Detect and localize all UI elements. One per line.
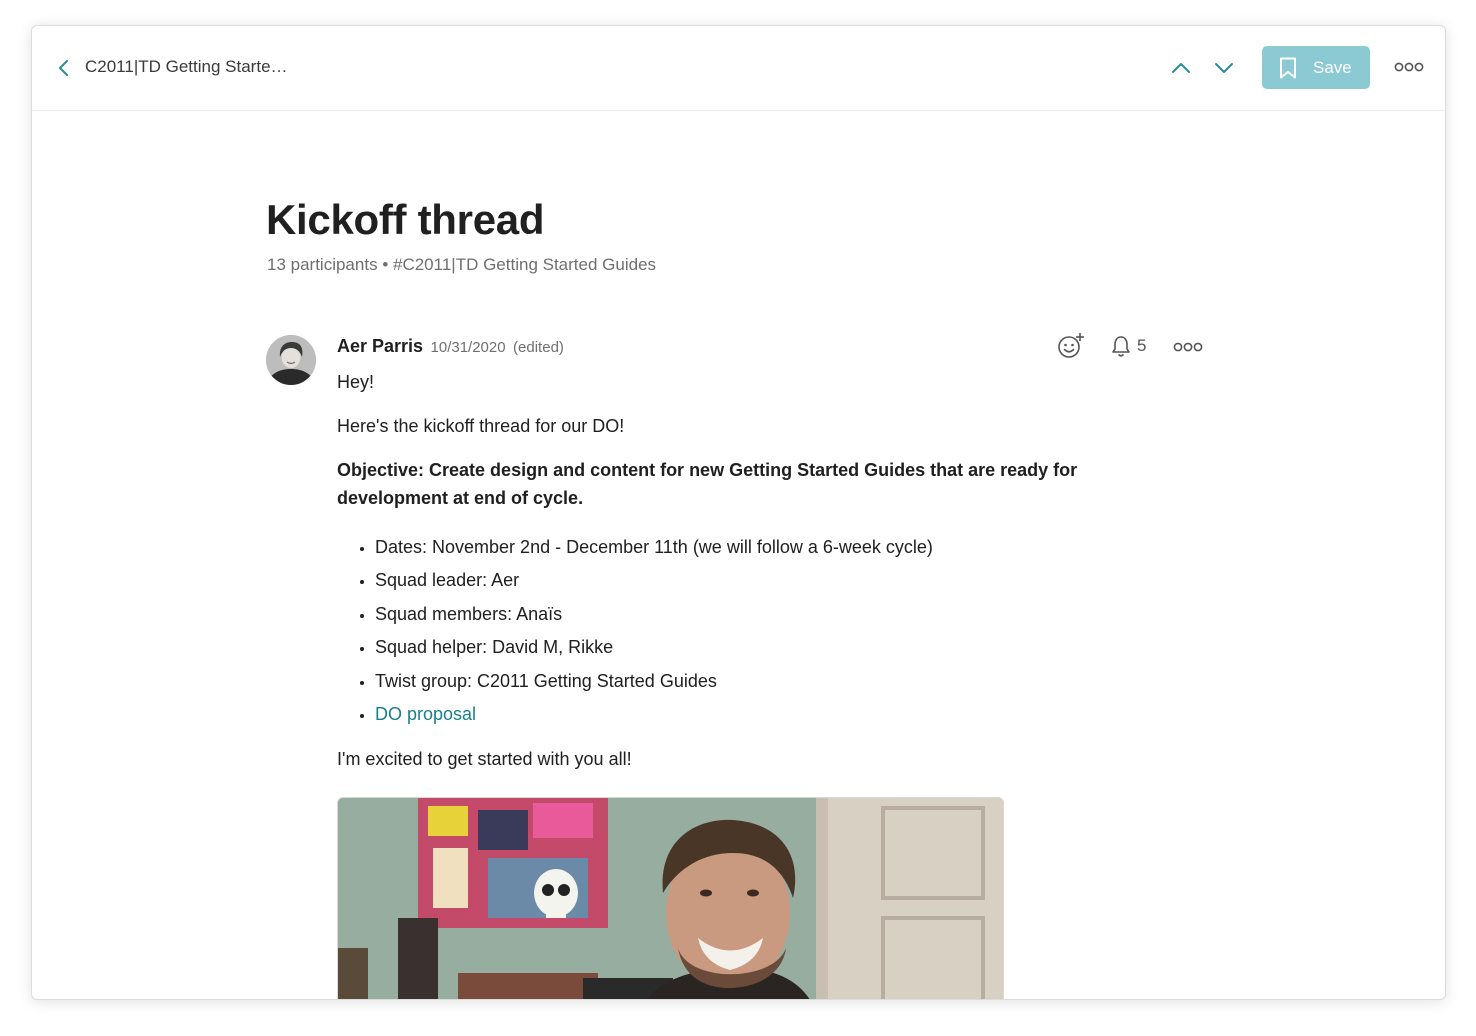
avatar-photo [266,335,316,385]
save-label: Save [1313,57,1352,77]
notification-count: 5 [1137,336,1147,355]
list-item: Twist group: C2011 Getting Started Guide… [375,665,1177,698]
add-reaction-icon[interactable] [1056,332,1086,360]
details-list: Dates: November 2nd - December 11th (we … [337,531,1177,731]
more-horizontal-icon[interactable] [1173,340,1203,354]
participants-count[interactable]: 13 participants [267,255,378,274]
list-item: Squad helper: David M, Rikke [375,631,1177,664]
message-intro: Here's the kickoff thread for our DO! [337,416,625,436]
bookmark-icon [1280,57,1296,78]
thread-window: C2011|TD Getting Starte… Save Kickoff th… [31,25,1446,1000]
gif-attachment[interactable] [337,797,1004,999]
message-greeting: Hey! [337,372,375,392]
list-item: Dates: November 2nd - December 11th (we … [375,531,1177,564]
more-horizontal-icon[interactable] [1394,59,1424,75]
do-proposal-link[interactable]: DO proposal [375,704,476,724]
list-item: Squad members: Anaïs [375,598,1177,631]
meta-separator: • [382,255,389,274]
chevron-left-icon[interactable] [54,57,74,79]
top-bar: C2011|TD Getting Starte… Save [32,26,1445,111]
gif-image [338,798,1003,999]
avatar[interactable] [266,335,316,385]
message-outro: I'm excited to get started with you all! [337,749,632,770]
bell-icon [1112,336,1130,357]
edited-label: (edited) [513,339,564,356]
channel-link[interactable]: #C2011|TD Getting Started Guides [393,255,656,274]
thread-meta: 13 participants • #C2011|TD Getting Star… [267,255,656,275]
message-date[interactable]: 10/31/2020 [431,339,506,356]
message-header: Aer Parris 10/31/2020 (edited) [337,336,564,357]
list-item: DO proposal [375,698,1177,731]
author-name[interactable]: Aer Parris [337,336,423,356]
chevron-down-icon[interactable] [1213,57,1235,79]
thread-title: Kickoff thread [266,196,545,243]
list-item: Squad leader: Aer [375,564,1177,597]
save-button[interactable]: Save [1262,46,1370,89]
notify-button[interactable]: 5 [1110,333,1146,359]
breadcrumb-channel[interactable]: C2011|TD Getting Starte… [85,57,288,77]
message-objective: Objective: Create design and content for… [337,460,1078,508]
chevron-up-icon[interactable] [1170,57,1192,79]
message-body: Hey! Here's the kickoff thread for our D… [337,368,1177,999]
